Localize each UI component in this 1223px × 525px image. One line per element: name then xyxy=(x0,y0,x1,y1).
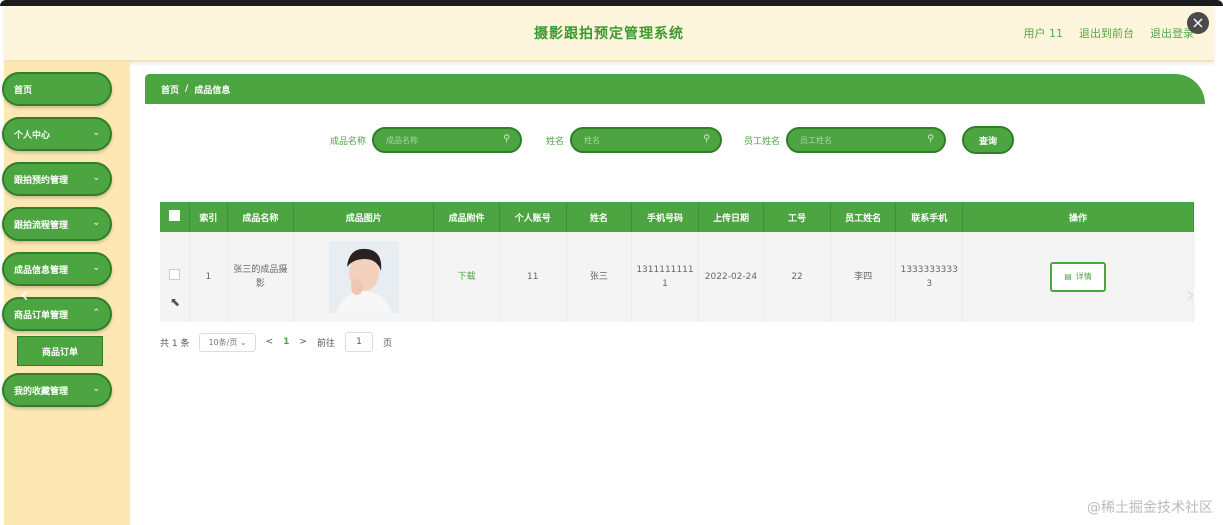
table-header: 手机号码 xyxy=(631,202,699,232)
sidebar-item-favorites[interactable]: 我的收藏管理 ⌄ xyxy=(2,373,112,407)
search-field-employee-name: 员工姓名 员工姓名 ⚲ xyxy=(744,125,947,155)
search-field-product-name: 成品名称 成品名称 ⚲ xyxy=(330,125,523,155)
breadcrumb-home[interactable]: 首页 xyxy=(161,83,179,96)
header-links: 用户 11 退出到前台 退出登录 xyxy=(1024,25,1195,41)
table-header: 索引 xyxy=(189,202,228,232)
sidebar-item-label: 个人中心 xyxy=(14,130,51,141)
pagination: 共 1 条 10条/页 ⌄ < 1 > 前往 1 页 xyxy=(160,332,392,352)
sidebar-item-process[interactable]: 跟拍流程管理 ⌄ xyxy=(2,207,112,241)
document-icon: ▤ xyxy=(1064,272,1072,281)
table-header: 联系手机 xyxy=(895,202,963,232)
watermark: @稀土掘金技术社区 xyxy=(1087,500,1213,516)
search-icon: ⚲ xyxy=(503,134,511,144)
sidebar-item-products[interactable]: 成品信息管理 ⌄ xyxy=(2,252,112,286)
breadcrumb-separator: / xyxy=(185,84,189,94)
page-number[interactable]: 1 xyxy=(283,337,289,347)
search-icon: ⚲ xyxy=(927,134,935,144)
sidebar-item-label: 首页 xyxy=(14,85,33,96)
table-header: 成品名称 xyxy=(227,202,295,232)
prev-page-button[interactable]: < xyxy=(266,337,274,347)
table-header-row: 索引 成品名称 成品图片 成品附件 个人账号 姓名 手机号码 上传日期 工号 员… xyxy=(160,202,1195,232)
row-account: 11 xyxy=(499,232,567,322)
product-name-input[interactable]: 成品名称 ⚲ xyxy=(372,127,523,153)
breadcrumb: 首页 / 成品信息 xyxy=(145,74,1205,104)
sidebar-item-orders[interactable]: 商品订单管理 ⌃ xyxy=(2,297,112,331)
sidebar-item-label: 成品信息管理 xyxy=(14,265,69,276)
row-emp-no: 22 xyxy=(763,232,831,322)
table-header: 工号 xyxy=(763,202,831,232)
table-header: 姓名 xyxy=(566,202,633,232)
sidebar-item-label: 商品订单管理 xyxy=(14,310,69,321)
app-header: 摄影跟拍预定管理系统 用户 11 退出到前台 退出登录 xyxy=(4,6,1214,62)
close-icon[interactable]: × xyxy=(1187,12,1209,34)
row-index: 1 xyxy=(189,232,228,322)
row-person: 张三 xyxy=(566,232,633,322)
user-label: 用户 11 xyxy=(1023,27,1064,40)
sidebar-item-label: 跟拍预约管理 xyxy=(14,175,69,186)
table-header: 员工姓名 xyxy=(830,202,897,232)
to-front-link[interactable]: 退出到前台 xyxy=(1079,25,1134,41)
page-size-value: 10条/页 xyxy=(208,337,238,347)
table-header: 成品图片 xyxy=(293,202,435,232)
chevron-up-icon: ⌃ xyxy=(92,308,100,318)
row-date: 2022-02-24 xyxy=(698,232,765,322)
sidebar-subitem-orders[interactable]: 商品订单 xyxy=(17,336,103,366)
breadcrumb-current: 成品信息 xyxy=(194,85,231,96)
chevron-down-icon: ⌄ xyxy=(239,337,247,347)
row-product-name: 张三的成品摄影 xyxy=(227,232,295,322)
row-actions: ▤ 详情 xyxy=(962,232,1195,322)
download-link[interactable]: 下载 xyxy=(458,272,476,282)
row-emp-name: 李四 xyxy=(830,232,897,322)
chevron-down-icon: ⌄ xyxy=(92,218,100,228)
goto-label: 前往 xyxy=(316,338,335,349)
row-product-image xyxy=(293,232,435,322)
goto-page-input[interactable]: 1 xyxy=(344,332,373,352)
row-phone: 13111111111 xyxy=(631,232,699,322)
placeholder: 成品名称 xyxy=(386,135,419,145)
row-attachment[interactable]: 下载 xyxy=(433,232,500,322)
employee-name-input[interactable]: 员工姓名 ⚲ xyxy=(786,127,947,153)
row-contact: 13333333333 xyxy=(895,232,963,322)
placeholder: 员工姓名 xyxy=(800,135,833,145)
search-label: 员工姓名 xyxy=(744,136,781,147)
mouse-cursor-icon: ⬉ xyxy=(170,295,181,309)
chevron-down-icon: ⌄ xyxy=(92,173,100,183)
carousel-next-icon[interactable]: › xyxy=(1186,283,1195,308)
chevron-down-icon: ⌄ xyxy=(92,128,100,138)
table-header: 上传日期 xyxy=(698,202,765,232)
name-input[interactable]: 姓名 ⚲ xyxy=(570,127,723,153)
search-field-name: 姓名 姓名 ⚲ xyxy=(546,125,723,155)
sidebar-item-personal-center[interactable]: 个人中心 ⌄ xyxy=(2,117,112,151)
sidebar-item-home[interactable]: 首页 xyxy=(2,72,112,106)
sidebar-item-label: 跟拍流程管理 xyxy=(14,220,69,231)
sidebar-item-booking[interactable]: 跟拍预约管理 ⌄ xyxy=(2,162,112,196)
search-label: 姓名 xyxy=(546,136,565,147)
next-page-button[interactable]: > xyxy=(299,337,307,347)
search-icon: ⚲ xyxy=(703,134,711,144)
table-row: 1 张三的成品摄影 下载 11 张三 13111111111 2022-02-2… xyxy=(160,232,1195,322)
page-unit-label: 页 xyxy=(382,338,392,349)
total-count: 共 1 条 xyxy=(160,338,190,349)
placeholder: 姓名 xyxy=(584,135,601,145)
select-all-checkbox[interactable] xyxy=(160,202,191,232)
products-table: 索引 成品名称 成品图片 成品附件 个人账号 姓名 手机号码 上传日期 工号 员… xyxy=(160,202,1195,322)
search-label: 成品名称 xyxy=(330,136,367,147)
carousel-prev-icon[interactable]: ‹ xyxy=(20,283,29,308)
query-button[interactable]: 查询 xyxy=(962,126,1014,154)
chevron-down-icon: ⌄ xyxy=(92,263,100,273)
table-header: 操作 xyxy=(962,202,1195,232)
table-header: 成品附件 xyxy=(433,202,500,232)
sidebar-item-label: 我的收藏管理 xyxy=(14,386,69,397)
table-header: 个人账号 xyxy=(499,202,567,232)
page-size-select[interactable]: 10条/页 ⌄ xyxy=(199,332,256,352)
detail-button-label: 详情 xyxy=(1075,272,1092,281)
chevron-down-icon: ⌄ xyxy=(92,384,100,394)
detail-button[interactable]: ▤ 详情 xyxy=(1050,262,1106,292)
product-photo xyxy=(328,241,399,313)
